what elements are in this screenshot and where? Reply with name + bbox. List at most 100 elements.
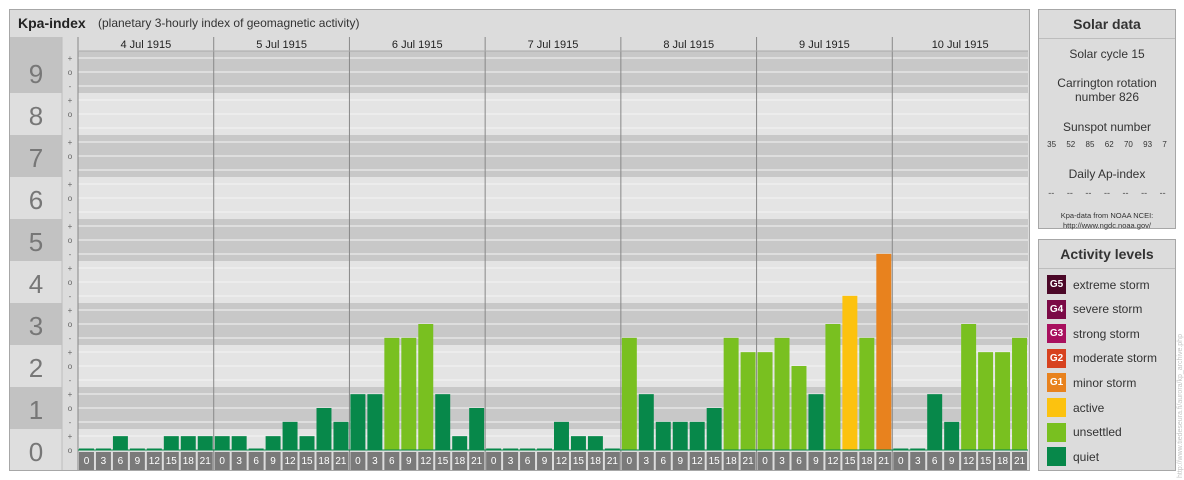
kp-bar [469, 408, 485, 450]
hour-start-label: 12 [284, 456, 296, 467]
kp-bar [859, 337, 875, 450]
kp-bar [316, 408, 332, 450]
kpa-source-line1: Kpa-data from NOAA NCEI: [1060, 211, 1154, 220]
kp-bar [825, 324, 841, 450]
y-subtick-label: o [68, 68, 73, 77]
solar-data-panel: Solar data Solar cycle 15 Carrington rot… [1038, 9, 1176, 231]
kp-bar [214, 436, 230, 450]
hour-start-label: 18 [861, 456, 873, 467]
hour-start-label: 15 [573, 456, 585, 467]
activity-levels-title: Activity levels [1039, 240, 1175, 269]
kp-bar [554, 421, 569, 450]
kp-bar [265, 436, 281, 450]
sunspot-value: 7 [1162, 140, 1167, 149]
legend-swatch: G5 [1047, 275, 1066, 294]
hour-start-label: 12 [556, 456, 568, 467]
sunspot-value: 70 [1123, 140, 1133, 149]
y-subtick-label: o [68, 362, 73, 371]
kp-bar [452, 436, 468, 450]
day-label: 5 Jul 1915 [256, 39, 307, 51]
ap-value: -- [1159, 188, 1166, 198]
kp-bar [418, 324, 434, 450]
kp-bar [1012, 337, 1027, 450]
hour-start-label: 21 [335, 456, 347, 467]
y-subtick-label: - [69, 124, 72, 133]
y-subtick-label: o [68, 404, 73, 413]
y-subtick-label: + [68, 180, 73, 189]
y-subtick-label: - [69, 334, 72, 343]
legend-label: active [1073, 400, 1105, 415]
legend-swatch [1047, 422, 1066, 442]
legend-item: G3 strong storm [1047, 324, 1175, 344]
legend-label: quiet [1073, 449, 1100, 464]
y-subtick-label: o [68, 194, 73, 203]
hour-start-label: 21 [1014, 456, 1026, 467]
hour-start-label: 3 [508, 456, 514, 467]
hour-start-label: 18 [318, 456, 330, 467]
hour-start-label: 0 [762, 456, 768, 467]
solar-cycle: Solar cycle 15 [1069, 47, 1145, 61]
y-subtick-label: + [68, 264, 73, 273]
kp-bar [774, 337, 790, 450]
hour-start-label: 0 [84, 456, 90, 467]
kp-bar [570, 436, 586, 450]
hour-start-label: 18 [183, 456, 195, 467]
y-subtick-label: + [68, 390, 73, 399]
legend-item: G2 moderate storm [1047, 348, 1175, 368]
y-tick-label: 4 [29, 269, 43, 299]
ap-values: -- -- -- -- -- -- -- [1042, 188, 1172, 198]
y-tick-label: 8 [29, 101, 43, 131]
kpa-source-link[interactable]: http://www.ngdc.noaa.gov/ [1039, 221, 1175, 231]
hour-start-label: 9 [813, 456, 819, 467]
hour-start-label: 12 [692, 456, 704, 467]
hour-start-label: 15 [437, 456, 449, 467]
y-subtick-label: o [68, 278, 73, 287]
y-subtick-label: + [68, 222, 73, 231]
legend-label: unsettled [1073, 425, 1122, 440]
hour-start-label: 6 [253, 456, 259, 467]
carrington-rotation-line2: number 826 [1074, 90, 1140, 104]
kp-bar [621, 337, 637, 450]
y-subtick-label: - [69, 166, 72, 175]
legend-item: active [1047, 398, 1175, 417]
day-label: 8 Jul 1915 [663, 39, 714, 51]
chart-title: Kpa-index [18, 15, 86, 31]
legend-swatch [1047, 447, 1066, 467]
hour-start-label: 0 [627, 456, 633, 467]
hour-start-label: 9 [542, 456, 548, 467]
kp-bar [808, 394, 824, 450]
day-label: 4 Jul 1915 [120, 39, 171, 51]
ap-value: -- [1141, 188, 1148, 198]
hour-start-label: 3 [372, 456, 378, 467]
y-subtick-label: + [68, 348, 73, 357]
sunspot-value: 52 [1066, 140, 1076, 149]
y-tick-label: 1 [29, 395, 43, 425]
hour-start-label: 18 [997, 456, 1009, 467]
legend-item: G5 extreme storm [1047, 275, 1175, 294]
kp-bar [961, 324, 977, 450]
kpa-chart-panel: Kpa-index (planetary 3-hourly index of g… [9, 9, 1030, 471]
day-label: 6 Jul 1915 [392, 39, 443, 51]
kp-bar [995, 352, 1011, 450]
legend-item: unsettled [1047, 422, 1175, 442]
ap-value: -- [1122, 188, 1129, 198]
kp-bar [384, 337, 400, 450]
kp-bar [876, 253, 892, 450]
legend-label: extreme storm [1073, 277, 1150, 292]
y-subtick-label: + [68, 432, 73, 441]
side-credit: http://www.tiedeseura.fi/aurora/kp_archi… [1177, 334, 1184, 478]
daily-ap-title: Daily Ap-index [1068, 167, 1146, 181]
kp-bar [367, 394, 383, 450]
kp-bar [740, 352, 756, 450]
y-subtick-label: o [68, 320, 73, 329]
kp-bar [638, 394, 654, 450]
hour-start-label: 3 [644, 456, 650, 467]
legend-item: G1 minor storm [1047, 373, 1175, 393]
y-subtick-label: - [69, 208, 72, 217]
hour-start-label: 18 [726, 456, 738, 467]
hour-start-label: 9 [949, 456, 955, 467]
kp-bar [791, 366, 807, 450]
y-subtick-label: - [69, 82, 72, 91]
ap-value: -- [1048, 188, 1055, 198]
hour-start-label: 15 [844, 456, 856, 467]
